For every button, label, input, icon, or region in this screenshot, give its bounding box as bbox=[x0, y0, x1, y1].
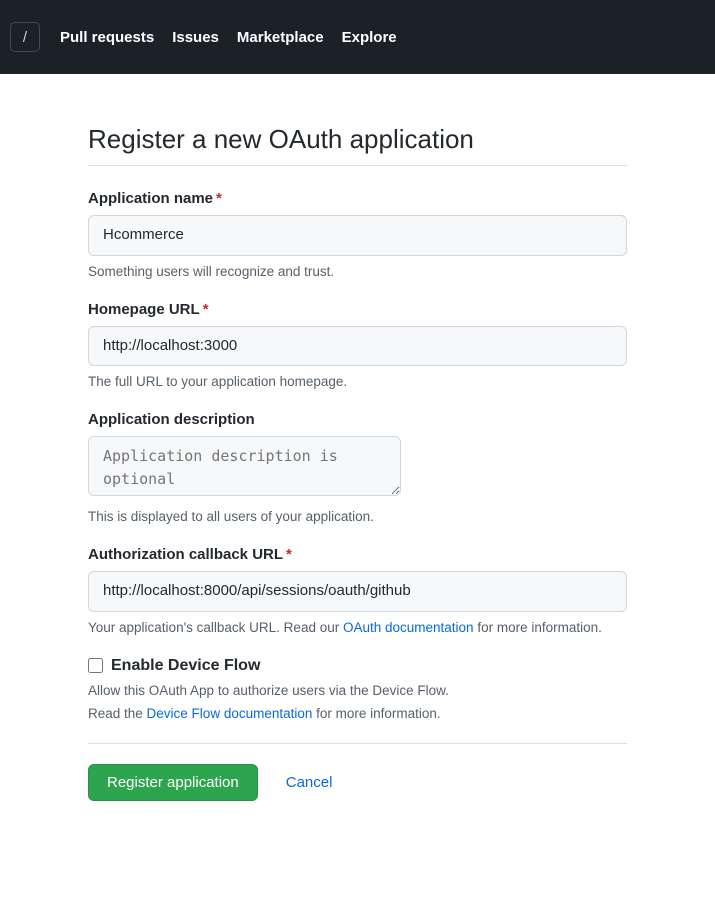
device-flow-hint2-post: for more information. bbox=[312, 706, 440, 721]
device-flow-checkbox[interactable] bbox=[88, 658, 103, 673]
device-flow-hint2-pre: Read the bbox=[88, 706, 147, 721]
callback-label-text: Authorization callback URL bbox=[88, 546, 283, 563]
callback-input[interactable] bbox=[88, 571, 627, 612]
divider bbox=[88, 743, 627, 744]
app-name-label-text: Application name bbox=[88, 190, 213, 207]
cancel-button[interactable]: Cancel bbox=[286, 774, 333, 791]
homepage-label: Homepage URL* bbox=[88, 301, 627, 318]
description-hint: This is displayed to all users of your a… bbox=[88, 509, 627, 524]
page-title: Register a new OAuth application bbox=[88, 124, 627, 166]
nav-links: Pull requests Issues Marketplace Explore bbox=[60, 29, 397, 46]
callback-hint-post: for more information. bbox=[474, 620, 602, 635]
required-mark: * bbox=[286, 546, 292, 563]
device-flow-doc-link[interactable]: Device Flow documentation bbox=[147, 706, 313, 721]
homepage-label-text: Homepage URL bbox=[88, 301, 200, 318]
field-app-name: Application name* Something users will r… bbox=[88, 190, 627, 279]
description-input[interactable] bbox=[88, 436, 401, 496]
app-name-label: Application name* bbox=[88, 190, 627, 207]
device-flow-label: Enable Device Flow bbox=[111, 657, 260, 675]
required-mark: * bbox=[216, 190, 222, 207]
callback-hint: Your application's callback URL. Read ou… bbox=[88, 620, 627, 635]
form-actions: Register application Cancel bbox=[88, 764, 627, 801]
top-navbar: / Pull requests Issues Marketplace Explo… bbox=[0, 0, 715, 74]
main-content: Register a new OAuth application Applica… bbox=[0, 74, 715, 841]
field-description: Application description This is displaye… bbox=[88, 411, 627, 524]
required-mark: * bbox=[203, 301, 209, 318]
nav-pull-requests[interactable]: Pull requests bbox=[60, 29, 154, 46]
nav-explore[interactable]: Explore bbox=[342, 29, 397, 46]
register-button[interactable]: Register application bbox=[88, 764, 258, 801]
field-homepage-url: Homepage URL* The full URL to your appli… bbox=[88, 301, 627, 390]
field-callback-url: Authorization callback URL* Your applica… bbox=[88, 546, 627, 635]
homepage-input[interactable] bbox=[88, 326, 627, 367]
field-device-flow: Enable Device Flow Allow this OAuth App … bbox=[88, 657, 627, 721]
oauth-doc-link[interactable]: OAuth documentation bbox=[343, 620, 474, 635]
device-flow-hint2: Read the Device Flow documentation for m… bbox=[88, 706, 627, 721]
nav-marketplace[interactable]: Marketplace bbox=[237, 29, 324, 46]
homepage-hint: The full URL to your application homepag… bbox=[88, 374, 627, 389]
device-flow-hint1: Allow this OAuth App to authorize users … bbox=[88, 683, 627, 698]
callback-hint-pre: Your application's callback URL. Read ou… bbox=[88, 620, 343, 635]
nav-issues[interactable]: Issues bbox=[172, 29, 219, 46]
logo-icon[interactable]: / bbox=[10, 22, 40, 52]
callback-label: Authorization callback URL* bbox=[88, 546, 627, 563]
app-name-input[interactable] bbox=[88, 215, 627, 256]
description-label: Application description bbox=[88, 411, 627, 428]
app-name-hint: Something users will recognize and trust… bbox=[88, 264, 627, 279]
